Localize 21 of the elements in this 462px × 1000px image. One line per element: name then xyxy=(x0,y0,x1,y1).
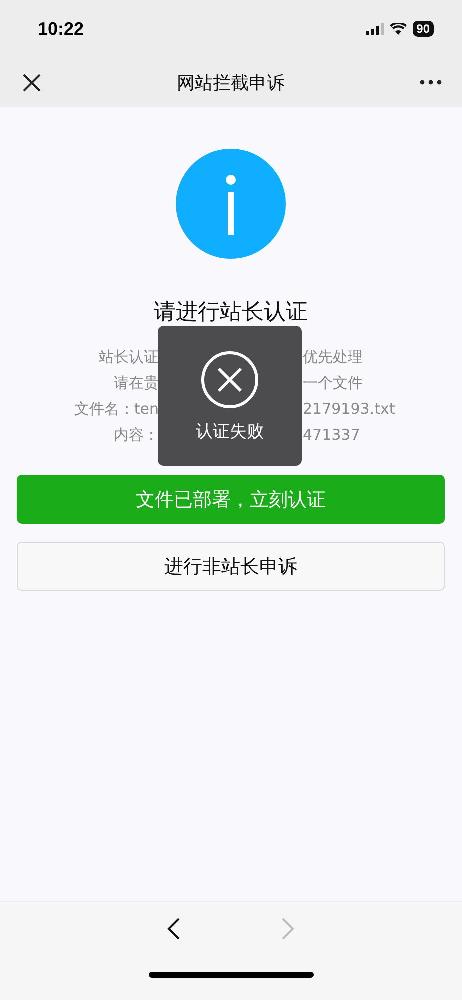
signal-icon xyxy=(366,23,384,35)
toast-message: 认证失败 xyxy=(196,421,264,443)
battery-icon: 90 xyxy=(412,21,434,37)
description-text: 471337 xyxy=(303,425,360,445)
back-icon[interactable] xyxy=(167,918,181,940)
more-icon[interactable] xyxy=(420,80,442,85)
failure-icon xyxy=(200,350,260,410)
description-text: 一个文件 xyxy=(303,373,363,393)
appeal-button[interactable]: 进行非站长申诉 xyxy=(17,542,445,591)
info-icon xyxy=(176,149,286,259)
description-text: 内容： xyxy=(114,425,159,445)
status-time: 10:22 xyxy=(38,18,84,40)
page-title: 网站拦截申诉 xyxy=(177,72,285,94)
description-text: 站长认证 xyxy=(99,347,159,367)
description-text: 文件名：ten xyxy=(74,399,159,419)
close-icon[interactable] xyxy=(22,72,42,92)
description-text: 2179193.txt xyxy=(303,399,396,419)
description-text: 请在贵 xyxy=(114,373,159,393)
wifi-icon xyxy=(390,23,407,35)
heading: 请进行站长认证 xyxy=(154,299,308,327)
description-text: 优先处理 xyxy=(303,347,363,367)
